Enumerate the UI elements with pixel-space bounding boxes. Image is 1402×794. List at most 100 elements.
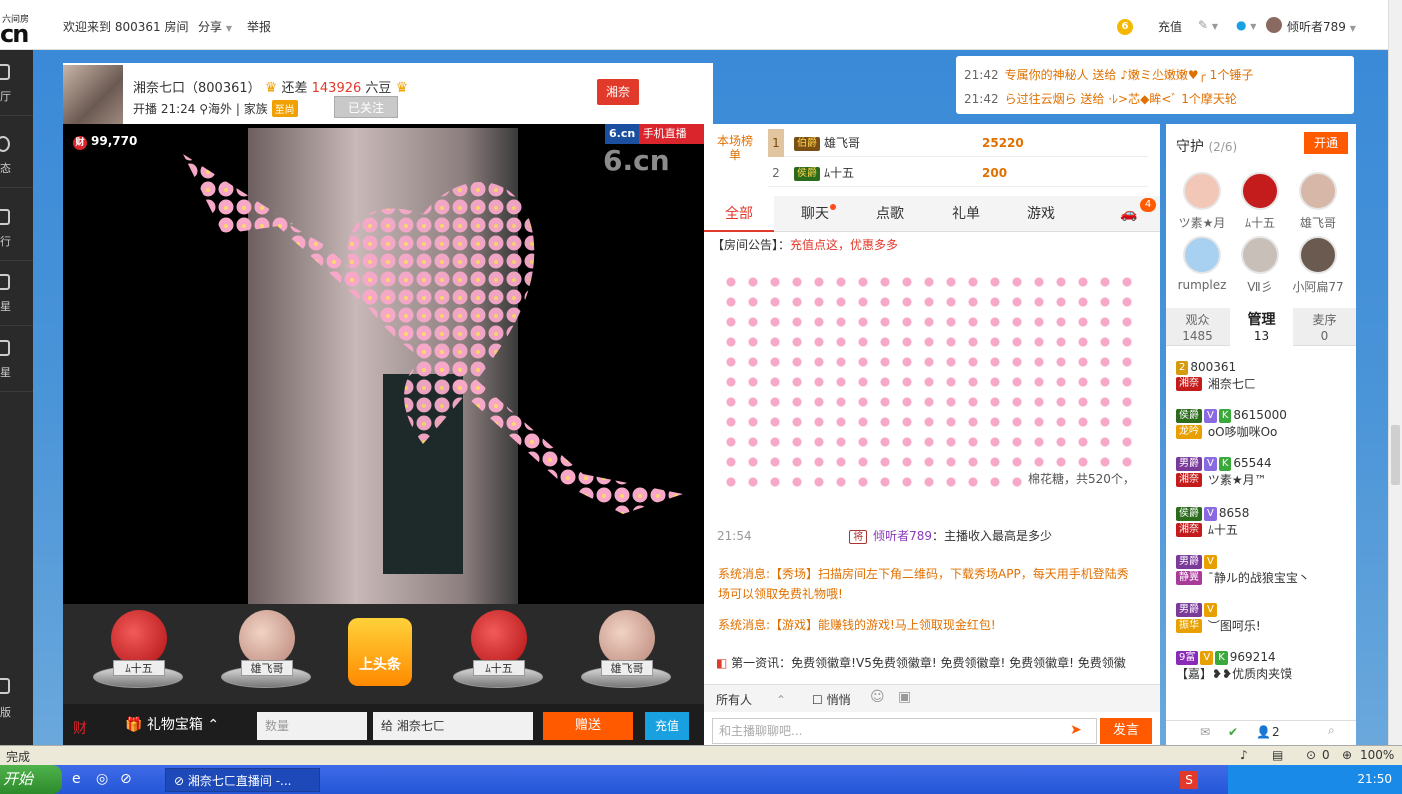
heart-gift-animation bbox=[183, 154, 683, 514]
podium-slot[interactable]: 雄飞哥 bbox=[221, 610, 311, 694]
level-badge: 男爵 bbox=[1176, 602, 1202, 617]
tab-label: 麦序 bbox=[1312, 313, 1337, 327]
tv-icon bbox=[0, 64, 10, 80]
family-tag[interactable]: 至尚 bbox=[271, 100, 298, 117]
rank-tab[interactable]: 本场榜单 bbox=[714, 134, 756, 162]
nav-item-star[interactable]: 星 bbox=[0, 260, 33, 326]
member-name: ツ素★月 bbox=[1178, 216, 1226, 230]
rank-row[interactable]: 1 伯爵 雄飞哥 25220 bbox=[768, 129, 1148, 157]
tab-gifts[interactable]: 礼单 bbox=[931, 196, 1001, 232]
nav-item-dynamic[interactable]: 态 bbox=[0, 122, 33, 188]
podium-slot[interactable]: ﾑ十五 bbox=[93, 610, 183, 694]
recipient-select[interactable]: 给 湘奈七ㄈ bbox=[373, 712, 533, 740]
nav-item-hall[interactable]: 厅 bbox=[0, 50, 33, 116]
send-gift-button[interactable]: 赠送 bbox=[543, 712, 633, 740]
list-item[interactable]: 侯爵 V K 8615000 龙吟 oO哆咖咪Oo bbox=[1176, 408, 1348, 440]
tab-audience[interactable]: 观众 1485 bbox=[1166, 308, 1229, 346]
guard-member[interactable]: 小阿扁77 bbox=[1288, 236, 1348, 302]
wealth-icon[interactable]: 财 bbox=[73, 718, 87, 738]
target-select[interactable]: 所有人 ⌃ bbox=[716, 691, 786, 708]
coin-level-badge[interactable]: 6 bbox=[1117, 18, 1133, 35]
shield-icon[interactable]: ⊙ bbox=[1306, 748, 1316, 762]
gift-box-label: 礼物宝箱 bbox=[146, 717, 203, 733]
scrollbar-thumb[interactable] bbox=[1391, 425, 1400, 485]
status-icon[interactable]: ● ▼ bbox=[1236, 18, 1256, 32]
msg-user[interactable]: 倾听者789 bbox=[873, 529, 932, 543]
system-message[interactable]: 系统消息:【游戏】能赚钱的游戏!马上领取现金红包! bbox=[718, 615, 1138, 635]
tab-all[interactable]: 全部 bbox=[704, 196, 774, 232]
search-icon[interactable]: ⌕ bbox=[1328, 723, 1335, 738]
headline-button[interactable]: 上头条 bbox=[348, 618, 412, 686]
edit-icon[interactable]: ✎ ▼ bbox=[1198, 18, 1218, 32]
whisper-checkbox[interactable]: ☐ 悄悄 bbox=[812, 691, 851, 708]
list-item[interactable]: 2 800361 湘奈 湘奈七ㄈ bbox=[1176, 360, 1348, 392]
nav-item-star2[interactable]: 星 bbox=[0, 326, 33, 392]
host-sub: 开播 21:24 ⚲海外 | 家族 至尚 bbox=[133, 100, 298, 117]
need-value: 143926 bbox=[311, 81, 362, 96]
list-item[interactable]: 侯爵 V 8658 湘奈 ﾑ十五 bbox=[1176, 506, 1348, 538]
user-icon[interactable]: 👤 bbox=[1256, 725, 1271, 739]
fortune-counter: 财 99,770 bbox=[73, 134, 137, 150]
open-guard-button[interactable]: 开通 bbox=[1304, 132, 1348, 154]
list-item[interactable]: 男爵 V 振华 ︶图呵乐! bbox=[1176, 602, 1348, 634]
start-button[interactable]: 开始 bbox=[0, 765, 62, 794]
tab-games[interactable]: 游戏 bbox=[1006, 196, 1076, 232]
emoji-icon[interactable]: ☺ bbox=[870, 689, 885, 705]
rank-row[interactable]: 2 侯爵 ﾑ十五 200 bbox=[768, 159, 1148, 187]
guard-member[interactable]: ツ素★月 bbox=[1172, 172, 1232, 238]
user-menu[interactable]: 倾听者789 ▼ bbox=[1287, 18, 1356, 35]
image-icon[interactable]: ▣ bbox=[898, 689, 911, 705]
guard-member[interactable]: ﾑ十五 bbox=[1230, 172, 1290, 238]
input-method-icon[interactable]: S bbox=[1180, 771, 1198, 789]
speak-button[interactable]: 发言 bbox=[1100, 718, 1152, 744]
online-count: 2 bbox=[1272, 725, 1280, 739]
notice-text: ら过往云烟ら 送给 ·ﾚ>芯◆眸<ﾞ 1个摩天轮 bbox=[1004, 92, 1237, 106]
tab-managers[interactable]: 管理 13 bbox=[1230, 308, 1293, 346]
ie-icon[interactable]: e bbox=[72, 771, 81, 787]
tab-queue[interactable]: 麦序 0 bbox=[1293, 308, 1356, 346]
system-message[interactable]: 系统消息:【秀场】扫描房间左下角二维码，下载秀场APP，每天用手机登陆秀场可以领… bbox=[718, 564, 1138, 604]
follow-button[interactable]: 已关注 bbox=[334, 96, 398, 118]
tab-song[interactable]: 点歌 bbox=[855, 196, 925, 232]
guard-member[interactable]: Ⅶ彡 bbox=[1230, 236, 1290, 302]
guard-member[interactable]: 雄飞哥 bbox=[1288, 172, 1348, 238]
user-avatar[interactable] bbox=[1266, 17, 1282, 33]
check-icon[interactable]: ✔ bbox=[1228, 725, 1238, 739]
mail-icon[interactable]: ✉ bbox=[1200, 725, 1210, 739]
car-button[interactable]: 🚗 4 bbox=[1094, 196, 1164, 232]
guard-member[interactable]: rumplez bbox=[1172, 236, 1232, 302]
level-badge: 2 bbox=[1176, 360, 1189, 375]
rank-badge: 伯爵 bbox=[794, 136, 820, 151]
browser-icon[interactable]: ◎ bbox=[96, 771, 108, 787]
printer-icon[interactable]: ▤ bbox=[1272, 748, 1283, 762]
first-news[interactable]: ◧ 第一资讯：免费领徽章!V5免费领徽章! 免费领徽章! 免费领徽章! 免费领徽 bbox=[716, 654, 1136, 671]
nav-item-version[interactable]: 版 bbox=[0, 674, 33, 740]
taskbar-window-button[interactable]: ⊘ 湘奈七ㄈ直播间 -... bbox=[165, 768, 320, 792]
room-notice[interactable]: 【房间公告】：充值点这，优惠多多 bbox=[712, 236, 898, 253]
quantity-input[interactable]: 数量 bbox=[257, 712, 367, 740]
app-icon[interactable]: ⊘ bbox=[120, 771, 132, 787]
report-link[interactable]: 举报 bbox=[247, 18, 271, 35]
podium-slot[interactable]: ﾑ十五 bbox=[453, 610, 543, 694]
zoom-icon[interactable]: ⊕ bbox=[1342, 748, 1352, 762]
nav-item-rank[interactable]: 行 bbox=[0, 195, 33, 261]
tab-chat[interactable]: 聊天 bbox=[780, 196, 850, 232]
bag-icon bbox=[0, 340, 10, 356]
user-id: 65544 bbox=[1233, 456, 1272, 470]
host-avatar[interactable] bbox=[63, 65, 123, 125]
volume-icon[interactable]: ♪ bbox=[1240, 748, 1248, 762]
site-logo[interactable]: 六间房 cn bbox=[0, 4, 38, 48]
video-player[interactable]: 财 99,770 6.cn 手机直播 6.cn bbox=[63, 124, 704, 604]
user-name: 【嘉】❥❥优质肉夹馍 bbox=[1176, 666, 1293, 681]
share-menu[interactable]: 分享 ▼ bbox=[198, 18, 232, 35]
list-item[interactable]: 男爵 V 静翼 ˉ静ル的战狼宝宝丶 bbox=[1176, 554, 1348, 586]
list-item[interactable]: 9富 V K 969214 【嘉】❥❥优质肉夹馍 bbox=[1176, 650, 1348, 682]
charge-link[interactable]: 充值 bbox=[1158, 18, 1182, 35]
gift-box-toggle[interactable]: 🎁 礼物宝箱 ⌃ bbox=[125, 714, 219, 734]
send-plane-icon[interactable]: ➤ bbox=[1070, 722, 1082, 738]
list-item[interactable]: 男爵 V K 65544 湘奈 ツ素★月™ bbox=[1176, 456, 1348, 488]
page-scrollbar[interactable] bbox=[1388, 0, 1402, 745]
chat-input[interactable]: 和主播聊聊吧... bbox=[712, 718, 1097, 744]
podium-slot[interactable]: 雄飞哥 bbox=[581, 610, 671, 694]
charge-button[interactable]: 充值 bbox=[645, 712, 689, 740]
